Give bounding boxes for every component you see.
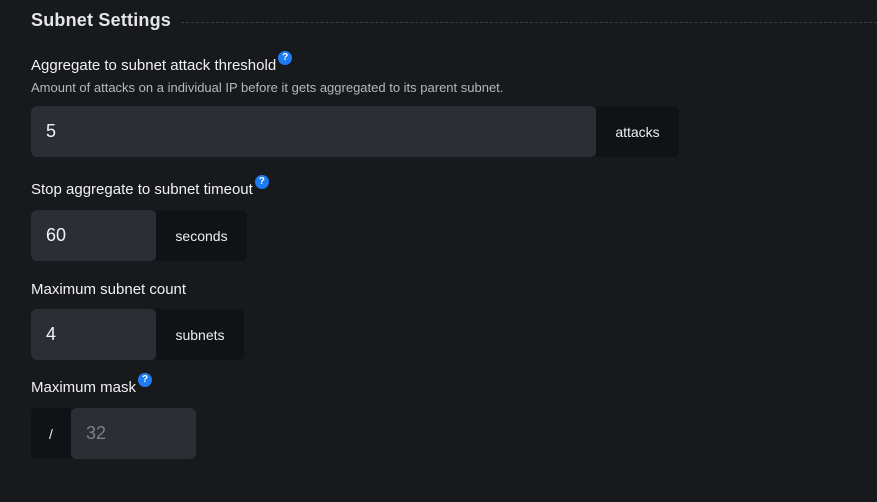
subnet-count-field: Maximum subnet count 4 subnets	[31, 281, 244, 360]
mask-input-group: / 32	[31, 408, 196, 459]
section-header: Subnet Settings	[31, 10, 877, 31]
section-title: Subnet Settings	[31, 10, 172, 30]
subnet-count-label-row: Maximum subnet count	[31, 281, 244, 299]
help-icon[interactable]: ?	[138, 373, 153, 387]
threshold-input[interactable]: 5	[31, 106, 596, 157]
threshold-label: Aggregate to subnet attack threshold	[31, 57, 277, 74]
threshold-unit: attacks	[596, 106, 679, 157]
timeout-input[interactable]: 60	[31, 210, 156, 261]
threshold-field: Aggregate to subnet attack threshold ? A…	[31, 51, 679, 157]
mask-label: Maximum mask	[31, 379, 137, 396]
help-icon[interactable]: ?	[278, 51, 293, 65]
help-icon[interactable]: ?	[254, 175, 269, 189]
timeout-unit: seconds	[156, 210, 247, 261]
subnet-count-input-group: 4 subnets	[31, 309, 244, 360]
mask-input[interactable]: 32	[71, 408, 196, 459]
subnet-count-label: Maximum subnet count	[31, 281, 187, 298]
timeout-input-group: 60 seconds	[31, 210, 247, 261]
threshold-label-row: Aggregate to subnet attack threshold ?	[31, 51, 679, 75]
threshold-input-group: 5 attacks	[31, 106, 679, 157]
mask-prefix: /	[31, 408, 71, 459]
subnet-settings-section: Subnet Settings Aggregate to subnet atta…	[0, 0, 877, 502]
timeout-field: Stop aggregate to subnet timeout ? 60 se…	[31, 175, 269, 261]
mask-label-row: Maximum mask ?	[31, 373, 196, 397]
subnet-count-input[interactable]: 4	[31, 309, 156, 360]
mask-field: Maximum mask ? / 32	[31, 373, 196, 459]
timeout-label: Stop aggregate to subnet timeout	[31, 181, 253, 198]
timeout-label-row: Stop aggregate to subnet timeout ?	[31, 175, 269, 199]
threshold-description: Amount of attacks on a individual IP bef…	[31, 80, 504, 95]
section-divider	[181, 21, 877, 23]
subnet-count-unit: subnets	[156, 309, 244, 360]
